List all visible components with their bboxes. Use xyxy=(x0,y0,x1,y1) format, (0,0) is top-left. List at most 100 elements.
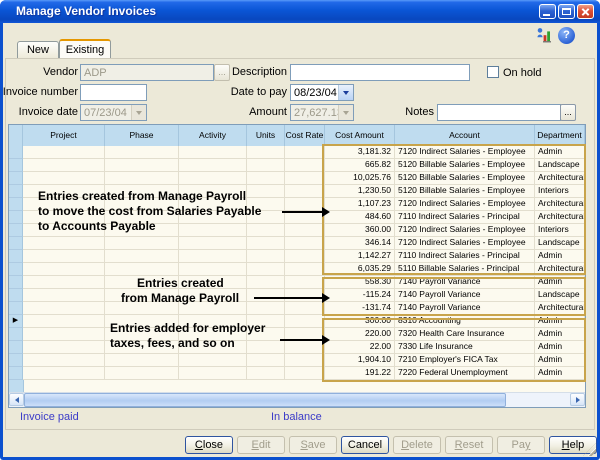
cell-cost-rate[interactable] xyxy=(285,302,325,315)
table-row[interactable]: 3,181.327120 Indirect Salaries - Employe… xyxy=(9,146,585,159)
cell-activity[interactable] xyxy=(179,263,247,276)
cell-cost-rate[interactable] xyxy=(285,367,325,380)
amount-combo[interactable]: 27,627.13 xyxy=(290,104,354,121)
invoice-line-items-table[interactable]: Project Phase Activity Units Cost Rate C… xyxy=(8,124,586,408)
close-window-button[interactable] xyxy=(577,4,594,19)
activity-column-header[interactable]: Activity xyxy=(179,125,247,146)
cell-project[interactable] xyxy=(23,328,105,341)
cell-units[interactable] xyxy=(247,302,285,315)
cell-account[interactable]: 7120 Indirect Salaries - Employee xyxy=(395,146,535,159)
cell-cost-amount[interactable]: 22.00 xyxy=(325,341,395,354)
cell-cost-amount[interactable]: 6,035.29 xyxy=(325,263,395,276)
cell-department[interactable]: Landscape xyxy=(535,159,585,172)
cell-project[interactable] xyxy=(23,172,105,185)
cell-cost-rate[interactable] xyxy=(285,224,325,237)
cell-account[interactable]: 7320 Health Care Insurance xyxy=(395,328,535,341)
cell-account[interactable]: 7140 Payroll Variance xyxy=(395,302,535,315)
cell-cost-rate[interactable] xyxy=(285,237,325,250)
table-row[interactable]: 558.307140 Payroll VarianceAdmin xyxy=(9,276,585,289)
cell-cost-rate[interactable] xyxy=(285,289,325,302)
project-column-header[interactable]: Project xyxy=(23,125,105,146)
row-selector-cell[interactable] xyxy=(9,211,23,224)
table-row[interactable]: 665.825120 Billable Salaries - EmployeeL… xyxy=(9,159,585,172)
tab-new[interactable]: New xyxy=(17,41,59,58)
cell-phase[interactable] xyxy=(105,367,179,380)
cell-activity[interactable] xyxy=(179,354,247,367)
date-to-pay-combo[interactable]: 08/23/04 xyxy=(290,84,354,101)
cell-cost-amount[interactable]: 360.00 xyxy=(325,224,395,237)
notes-field[interactable] xyxy=(437,104,561,121)
row-selector-cell[interactable] xyxy=(9,224,23,237)
table-row[interactable]: 1,142.277110 Indirect Salaries - Princip… xyxy=(9,250,585,263)
cell-project[interactable] xyxy=(23,159,105,172)
cell-cost-rate[interactable] xyxy=(285,185,325,198)
cell-cost-amount[interactable]: 558.30 xyxy=(325,276,395,289)
cell-account[interactable]: 5110 Billable Salaries - Principal xyxy=(395,263,535,276)
cell-activity[interactable] xyxy=(179,172,247,185)
cell-account[interactable]: 5120 Billable Salaries - Employee xyxy=(395,172,535,185)
scrollbar-track[interactable] xyxy=(506,393,570,407)
row-selector-cell[interactable] xyxy=(9,172,23,185)
titlebar[interactable]: Manage Vendor Invoices xyxy=(0,0,600,23)
scroll-right-button[interactable] xyxy=(570,393,585,406)
cell-account[interactable]: 7140 Payroll Variance xyxy=(395,276,535,289)
invoice-number-field[interactable] xyxy=(80,84,147,101)
cell-project[interactable] xyxy=(23,263,105,276)
cell-cost-rate[interactable] xyxy=(285,276,325,289)
cell-cost-rate[interactable] xyxy=(285,159,325,172)
reports-chart-icon[interactable] xyxy=(536,27,553,44)
cell-cost-amount[interactable]: -131.74 xyxy=(325,302,395,315)
cancel-button[interactable]: Cancel xyxy=(341,436,389,454)
cell-account[interactable]: 7110 Indirect Salaries - Principal xyxy=(395,250,535,263)
table-row[interactable]: -131.747140 Payroll VarianceArchitectura… xyxy=(9,302,585,315)
cell-cost-rate[interactable] xyxy=(285,354,325,367)
table-row[interactable]: 346.147120 Indirect Salaries - EmployeeL… xyxy=(9,237,585,250)
cell-cost-rate[interactable] xyxy=(285,341,325,354)
cell-department[interactable]: Admin xyxy=(535,146,585,159)
row-selector-cell[interactable] xyxy=(9,263,23,276)
cell-account[interactable]: 7220 Federal Unemployment xyxy=(395,367,535,380)
cell-units[interactable] xyxy=(247,367,285,380)
chevron-down-icon[interactable] xyxy=(338,85,353,100)
invoice-date-combo[interactable]: 07/23/04 xyxy=(80,104,147,121)
row-selector-cell[interactable] xyxy=(9,185,23,198)
cell-cost-rate[interactable] xyxy=(285,250,325,263)
row-selector-cell[interactable] xyxy=(9,198,23,211)
cell-phase[interactable] xyxy=(105,146,179,159)
row-selector-cell[interactable] xyxy=(9,146,23,159)
cell-units[interactable] xyxy=(247,289,285,302)
cell-units[interactable] xyxy=(247,172,285,185)
table-row[interactable]: 22.007330 Life InsuranceAdmin xyxy=(9,341,585,354)
cell-cost-rate[interactable] xyxy=(285,263,325,276)
cell-account[interactable]: 5120 Billable Salaries - Employee xyxy=(395,159,535,172)
cell-account[interactable]: 5120 Billable Salaries - Employee xyxy=(395,185,535,198)
description-field[interactable] xyxy=(290,64,470,81)
row-selector-cell[interactable] xyxy=(9,341,23,354)
close-button[interactable]: Close xyxy=(185,436,233,454)
on-hold-checkbox[interactable] xyxy=(487,66,499,78)
table-row[interactable]: 191.227220 Federal UnemploymentAdmin xyxy=(9,367,585,380)
cell-department[interactable]: Architectural xyxy=(535,172,585,185)
cell-phase[interactable] xyxy=(105,237,179,250)
row-marker-cell[interactable]: ▶ xyxy=(9,315,23,328)
cell-cost-amount[interactable]: 1,230.50 xyxy=(325,185,395,198)
cell-phase[interactable] xyxy=(105,263,179,276)
department-column-header[interactable]: Department xyxy=(535,125,585,146)
cell-account[interactable]: 7210 Employer's FICA Tax xyxy=(395,354,535,367)
cell-department[interactable]: Admin xyxy=(535,276,585,289)
cell-account[interactable]: 7120 Indirect Salaries - Employee xyxy=(395,198,535,211)
row-selector-cell[interactable] xyxy=(9,328,23,341)
save-button[interactable]: Save xyxy=(289,436,337,454)
horizontal-scrollbar[interactable] xyxy=(9,392,585,407)
cell-units[interactable] xyxy=(247,250,285,263)
cell-cost-rate[interactable] xyxy=(285,198,325,211)
cell-activity[interactable] xyxy=(179,367,247,380)
table-row[interactable]: 10,025.765120 Billable Salaries - Employ… xyxy=(9,172,585,185)
cell-department[interactable]: Landscape xyxy=(535,237,585,250)
row-selector-cell[interactable] xyxy=(9,159,23,172)
scrollbar-thumb[interactable] xyxy=(24,393,506,407)
cell-department[interactable]: Admin xyxy=(535,341,585,354)
delete-button[interactable]: Delete xyxy=(393,436,441,454)
cell-department[interactable]: Admin xyxy=(535,367,585,380)
scroll-left-button[interactable] xyxy=(9,393,24,406)
